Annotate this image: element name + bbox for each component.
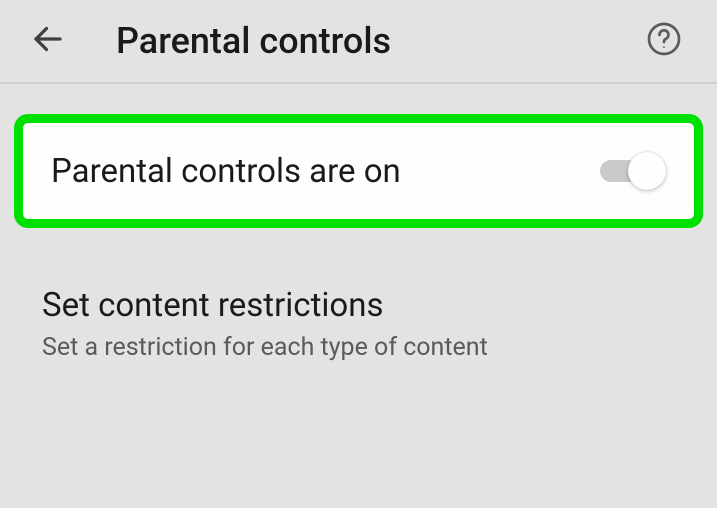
back-button[interactable]	[30, 21, 66, 61]
content-area: Parental controls are on Set content res…	[0, 84, 717, 362]
parental-controls-toggle-row[interactable]: Parental controls are on	[14, 114, 703, 228]
content-restrictions-section[interactable]: Set content restrictions Set a restricti…	[0, 228, 717, 362]
help-button[interactable]	[646, 21, 682, 61]
toggle-label: Parental controls are on	[51, 152, 401, 191]
help-icon	[646, 21, 682, 57]
section-subtitle: Set a restriction for each type of conte…	[42, 333, 675, 362]
page-title: Parental controls	[116, 20, 391, 62]
section-title: Set content restrictions	[42, 286, 675, 325]
app-header: Parental controls	[0, 0, 717, 84]
toggle-thumb	[628, 152, 666, 190]
parental-controls-toggle[interactable]	[600, 151, 666, 191]
arrow-left-icon	[30, 21, 66, 57]
